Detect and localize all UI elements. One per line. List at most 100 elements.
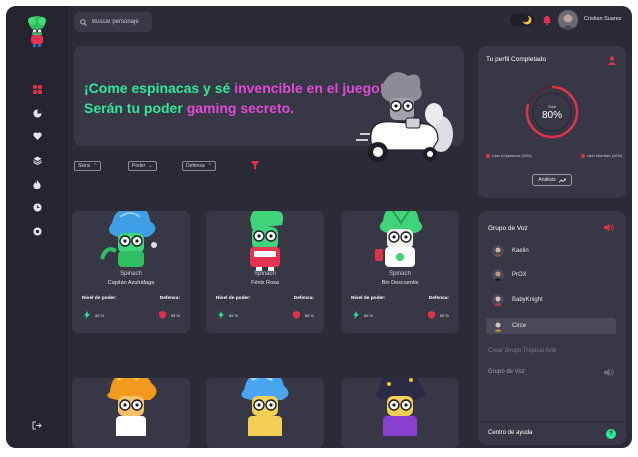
card-name: Spinach (254, 271, 276, 277)
grid-icon[interactable] (30, 82, 44, 96)
character-azulrafaga-image (100, 211, 157, 267)
help-center[interactable]: Centro de ayuda ? (478, 421, 626, 445)
settings-icon[interactable] (30, 224, 44, 238)
voice-member-active[interactable]: Circe (486, 318, 616, 334)
character-card-1[interactable]: Spinach Capitán Azulráfaga Nivel de pode… (72, 211, 190, 333)
avatar[interactable] (558, 10, 578, 30)
member-name: BabyKnight (512, 297, 543, 303)
ring-value: 80% (542, 110, 562, 121)
hero-text-green-2: Serán tu poder (84, 100, 187, 116)
character-fire-image (107, 378, 157, 436)
user-icon[interactable] (608, 56, 616, 65)
voice-member[interactable]: PrOX (486, 267, 616, 283)
bolt-icon (353, 311, 359, 319)
layers-icon[interactable] (30, 153, 44, 167)
hero-headline-line2: Serán tu poder gaming secreto. (84, 100, 294, 116)
card-name: Spinach (120, 271, 142, 277)
moon-icon (522, 15, 532, 25)
hero-text-green: ¡Come espinacas y sé (84, 80, 235, 96)
sidebar (6, 6, 68, 448)
profile-title: Tu perfil Completado (486, 56, 547, 63)
power-label: Nivel de poder: (82, 296, 117, 301)
voice-member[interactable]: BabyKnight (486, 292, 616, 308)
legend-ux-label: User eXperience (492, 154, 521, 158)
voice-group-2-title[interactable]: Grupo de Voz (488, 369, 525, 375)
legend-ui-label: User Interface (586, 154, 611, 158)
logout-icon[interactable] (30, 418, 44, 432)
card-subtitle: Bio Descuentix (381, 280, 419, 286)
speaker-icon[interactable] (604, 223, 614, 232)
avatar (492, 294, 504, 306)
avatar (492, 269, 504, 281)
legend-ui-value: (40%) (611, 154, 622, 158)
power-label: Nivel de poder: (216, 296, 251, 301)
character-card-3[interactable]: Spinach Bio Descuentix Nivel de poder: De… (341, 211, 459, 333)
profile-progress-ring: Total 80% (525, 85, 579, 139)
bolt-icon (84, 311, 90, 319)
shield-icon (292, 311, 300, 319)
card-stat-labels: Nivel de poder: Defensa: (216, 296, 314, 301)
card-subtitle: Fénix Rosa (251, 280, 279, 286)
card-stat-labels: Nivel de poder: Defensa: (82, 296, 180, 301)
defense-label: Defensa: (428, 296, 449, 301)
profile-completion-panel: Tu perfil Completado Total 80% User eXpe… (478, 46, 626, 198)
app-window: Cristian Suarez ¡Come espinacas y sé inv… (6, 6, 632, 448)
card-stat-values: 85 % 85 % (218, 311, 314, 319)
member-name: Kaelin (512, 248, 529, 254)
help-icon[interactable]: ? (606, 429, 616, 439)
heart-icon[interactable] (30, 129, 44, 143)
voice-group-panel: Grupo de Voz Kaelin PrOX BabyKnight Circ… (478, 211, 626, 445)
analysis-button-label: Análisis (538, 177, 556, 183)
funnel-icon[interactable] (251, 161, 259, 170)
filter-poder[interactable]: Poder ⌄ (128, 161, 157, 171)
defense-label: Defensa: (293, 296, 314, 301)
avatar (492, 320, 504, 332)
profile-legend: User eXperience (40%) User Interface (40… (486, 154, 622, 158)
bolt-icon (218, 311, 224, 319)
defense-value: 85 % (304, 312, 314, 318)
clock-icon[interactable] (30, 200, 44, 214)
chevron-down-icon: ⌃ (207, 163, 212, 169)
pie-chart-icon[interactable] (30, 106, 44, 120)
character-card-4[interactable] (72, 378, 190, 448)
search-input[interactable] (92, 19, 148, 25)
analysis-button[interactable]: Análisis (532, 174, 572, 186)
card-stat-values: 85 % 85 % (353, 311, 449, 319)
card-stat-labels: Nivel de poder: Defensa: (351, 296, 449, 301)
character-blue-image (241, 378, 289, 436)
trend-arrow-icon (558, 178, 566, 183)
character-purple-image (376, 378, 426, 436)
character-fenix-rosa-image (250, 211, 284, 271)
card-subtitle: Capitán Azulráfaga (107, 280, 155, 286)
user-name[interactable]: Cristian Suarez (584, 16, 622, 22)
avatar (492, 245, 504, 257)
help-center-label: Centro de ayuda (488, 430, 533, 436)
speaker-icon[interactable] (604, 368, 614, 377)
defense-label: Defensa: (159, 296, 180, 301)
chevron-down-icon: ⌃ (93, 163, 98, 169)
search-bar[interactable] (74, 12, 152, 32)
filter-defensa[interactable]: Defensa ⌃ (182, 161, 216, 171)
power-value: 85 % (95, 312, 105, 318)
character-card-6[interactable] (341, 378, 459, 448)
create-group-link[interactable]: Crear Grupo Tropical Arte (488, 348, 556, 354)
filter-defensa-label: Defensa (186, 163, 205, 169)
filter-skins-label: Skins (78, 163, 91, 169)
spinach-logo[interactable] (24, 14, 50, 48)
filter-skins[interactable]: Skins ⌃ (74, 161, 102, 171)
bell-icon[interactable] (542, 15, 552, 25)
voice-group-title: Grupo de Voz (488, 225, 528, 232)
legend-ux: User eXperience (40%) (486, 154, 531, 158)
character-card-2[interactable]: Spinach Fénix Rosa Nivel de poder: Defens… (206, 211, 324, 333)
shield-icon (158, 311, 166, 319)
shield-icon (427, 311, 435, 319)
voice-member[interactable]: Kaelin (486, 243, 616, 259)
fire-icon[interactable] (30, 177, 44, 191)
power-value: 85 % (364, 312, 374, 318)
defense-value: 85 % (439, 312, 449, 318)
character-bio-descuentix-image (375, 211, 423, 267)
character-card-5[interactable] (206, 378, 324, 448)
hero-text-pink-2: gaming secreto. (186, 100, 295, 116)
member-name: PrOX (512, 272, 527, 278)
theme-toggle[interactable] (510, 14, 534, 26)
